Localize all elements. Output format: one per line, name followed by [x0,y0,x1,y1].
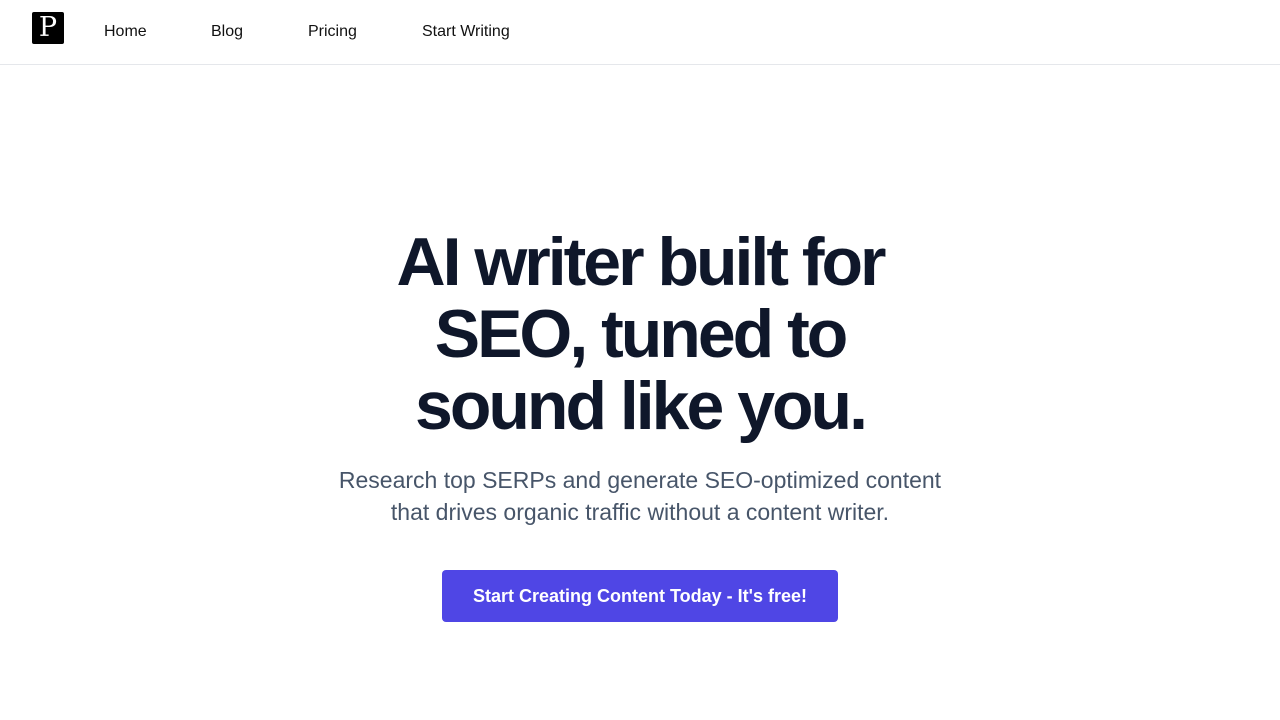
logo-icon[interactable]: P [32,12,64,44]
start-creating-content-button[interactable]: Start Creating Content Today - It's free… [442,570,838,622]
hero-section: AI writer built for SEO, tuned to sound … [0,226,1280,622]
hero-title-line: sound like you. [415,368,868,444]
nav-link-start-writing[interactable]: Start Writing [422,20,510,44]
hero-title-line: AI writer built for [396,224,887,300]
hero-title: AI writer built for SEO, tuned to sound … [330,226,950,442]
hero-subtitle-line: that drives organic traffic without a co… [390,499,890,525]
hero-subtitle-line: Research top SERPs and generate SEO-opti… [338,467,942,493]
nav-link-blog[interactable]: Blog [211,20,243,44]
nav-link-pricing[interactable]: Pricing [308,20,357,44]
nav-link-home[interactable]: Home [104,20,147,44]
hero-title-line: SEO, tuned to [434,296,849,372]
hero-subtitle: Research top SERPs and generate SEO-opti… [320,464,960,528]
top-navbar: P Home Blog Pricing Start Writing [0,0,1280,65]
